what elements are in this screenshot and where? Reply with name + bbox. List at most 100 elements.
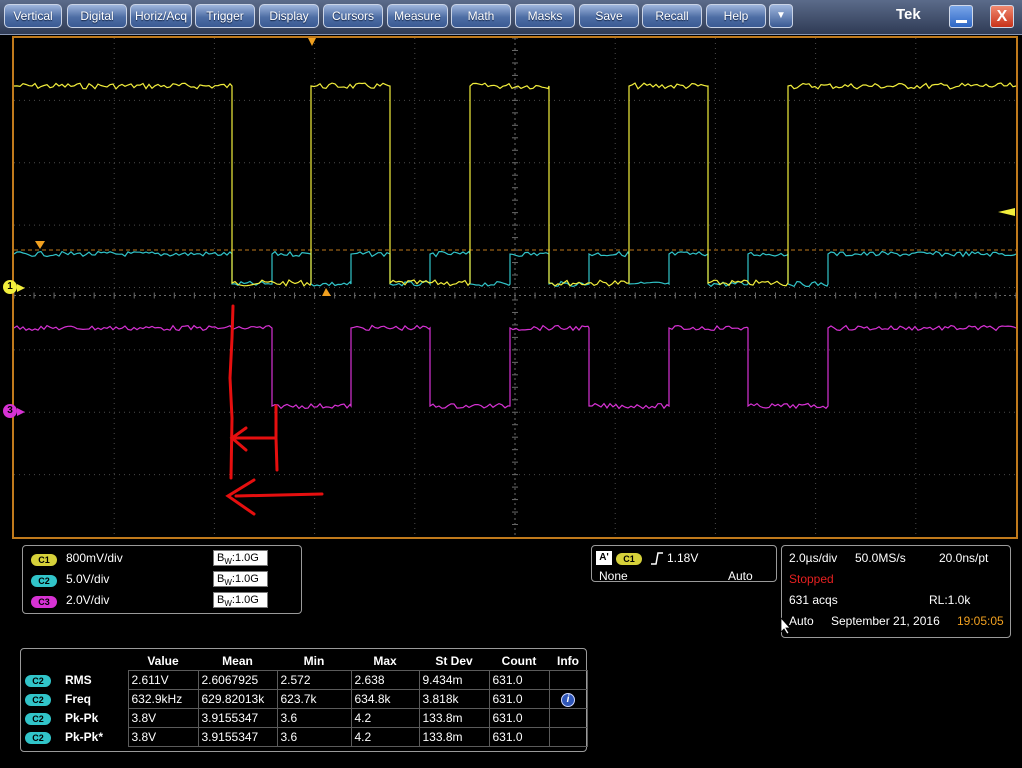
menu-save[interactable]: Save	[579, 4, 639, 28]
measurement-count: 631.0	[488, 707, 550, 728]
ch3-ground-marker[interactable]: 3	[3, 404, 17, 418]
measurement-source-badge: C2	[25, 674, 51, 687]
mouse-cursor-icon	[780, 617, 791, 635]
trigger-level: 1.18V	[667, 551, 699, 565]
measurement-mean: 3.9155347	[197, 726, 278, 747]
trigger-mode: Auto	[728, 569, 753, 583]
trigger-coupling: None	[599, 569, 628, 583]
record-length: RL:1.0k	[929, 593, 971, 607]
ch2-bandwidth[interactable]: BW:1.0G	[213, 571, 268, 587]
measurement-source-badge: C2	[25, 731, 51, 744]
ch3-bandwidth[interactable]: BW:1.0G	[213, 592, 268, 608]
ch1-bandwidth[interactable]: BW:1.0G	[213, 550, 268, 566]
measurement-count: 631.0	[488, 669, 550, 690]
ch3-bw-sub: W	[224, 599, 232, 609]
header-info: Info	[557, 653, 579, 668]
measurement-min: 2.572	[276, 669, 352, 690]
header-name-spacer	[62, 652, 128, 670]
header-min: Min	[303, 653, 325, 668]
measurement-row[interactable]: C2 Freq 632.9kHz 629.82013k 623.7k 634.8…	[22, 688, 588, 709]
header-stdev: St Dev	[435, 653, 473, 668]
measurement-info	[548, 707, 588, 728]
menu-trigger[interactable]: Trigger	[195, 4, 255, 28]
measurement-min: 3.6	[276, 726, 352, 747]
measurement-name: Pk-Pk	[65, 710, 99, 725]
header-count: Count	[501, 653, 537, 668]
header-mean: Mean	[222, 653, 253, 668]
ch3-scale[interactable]: 2.0V/div	[66, 593, 109, 607]
measurement-info	[548, 726, 588, 747]
acquisition-mode: Auto	[789, 614, 814, 628]
measurement-max: 634.8k	[350, 688, 420, 709]
menu-recall[interactable]: Recall	[642, 4, 702, 28]
ch3-bw-value: :1.0G	[231, 594, 259, 606]
grid	[14, 38, 1016, 537]
menu-more-button[interactable]: ▼	[769, 4, 793, 28]
acquisition-state: Stopped	[789, 572, 834, 586]
menu-digital[interactable]: Digital	[67, 4, 127, 28]
ch3-ground-arrow-icon	[17, 408, 25, 416]
annotation-marks	[225, 304, 324, 516]
menu-vertical[interactable]: Vertical	[4, 4, 62, 28]
measurement-header-row: Value Mean Min Max St Dev Count Info	[22, 652, 587, 670]
brand-logo: Tek	[896, 6, 921, 23]
time: 19:05:05	[957, 614, 1004, 628]
measurement-name: RMS	[65, 672, 92, 687]
trigger-position-marker[interactable]	[308, 38, 316, 46]
menu-display[interactable]: Display	[259, 4, 319, 28]
ch1-bw-value: :1.0G	[231, 552, 259, 564]
measurement-source-badge: C2	[25, 693, 51, 706]
trigger-level-marker[interactable]	[998, 208, 1015, 216]
header-badge-spacer	[22, 652, 62, 670]
measurement-info-cell[interactable]: i	[548, 688, 588, 709]
rising-edge-icon	[651, 552, 663, 565]
measurement-count: 631.0	[488, 726, 550, 747]
acquisition-count: 631 acqs	[789, 593, 838, 607]
waveform-display[interactable]	[14, 38, 1016, 537]
measurement-badge-cell: C2	[22, 708, 62, 727]
ch2-trigger-marker	[35, 241, 45, 249]
ch1-badge[interactable]: C1	[31, 554, 57, 566]
ch3-badge[interactable]: C3	[31, 596, 57, 608]
measurement-stdev: 133.8m	[418, 707, 490, 728]
minimize-button[interactable]	[949, 5, 973, 28]
measurement-stdev: 9.434m	[418, 669, 490, 690]
sample-rate: 50.0MS/s	[855, 551, 906, 565]
menu-masks[interactable]: Masks	[515, 4, 575, 28]
ch2-bw-sub: W	[224, 578, 232, 588]
menu-measure[interactable]: Measure	[387, 4, 448, 28]
header-value: Value	[147, 653, 179, 668]
ch2-badge[interactable]: C2	[31, 575, 57, 587]
measurement-value: 632.9kHz	[127, 688, 199, 709]
menu-math[interactable]: Math	[451, 4, 511, 28]
measurement-value: 3.8V	[127, 707, 199, 728]
measurement-badge-cell: C2	[22, 689, 62, 708]
menu-help[interactable]: Help	[706, 4, 766, 28]
measurement-stdev: 3.818k	[418, 688, 490, 709]
measurement-min: 623.7k	[276, 688, 352, 709]
trigger-source-badge: A'	[596, 551, 612, 565]
header-max: Max	[373, 653, 397, 668]
minimize-icon	[956, 20, 967, 23]
close-button[interactable]: X	[990, 5, 1014, 28]
measurement-row[interactable]: C2 RMS 2.611V 2.6067925 2.572 2.638 9.43…	[22, 669, 588, 690]
menu-cursors[interactable]: Cursors	[323, 4, 383, 28]
measurement-value: 2.611V	[127, 669, 199, 690]
ch1-bw-sub: W	[224, 557, 232, 567]
measurement-name: Freq	[65, 691, 92, 706]
menu-horiz-acq[interactable]: Horiz/Acq	[130, 4, 192, 28]
measurement-count: 631.0	[488, 688, 550, 709]
measurement-row[interactable]: C2 Pk-Pk 3.8V 3.9155347 3.6 4.2 133.8m 6…	[22, 707, 588, 728]
measurement-mean: 3.9155347	[197, 707, 278, 728]
measurement-max: 4.2	[350, 707, 420, 728]
measurement-stdev: 133.8m	[418, 726, 490, 747]
close-icon: X	[996, 8, 1008, 25]
ch1-ground-marker[interactable]: 1	[3, 280, 17, 294]
ch2-scale[interactable]: 5.0V/div	[66, 572, 109, 586]
measurement-row[interactable]: C2 Pk-Pk* 3.8V 3.9155347 3.6 4.2 133.8m …	[22, 726, 588, 747]
ch1-scale[interactable]: 800mV/div	[66, 551, 123, 565]
info-icon[interactable]: i	[561, 692, 575, 707]
time-per-div: 2.0µs/div	[789, 551, 838, 565]
ch2-bw-value: :1.0G	[231, 573, 259, 585]
menu-bar: Vertical Digital Horiz/Acq Trigger Displ…	[0, 0, 1022, 35]
